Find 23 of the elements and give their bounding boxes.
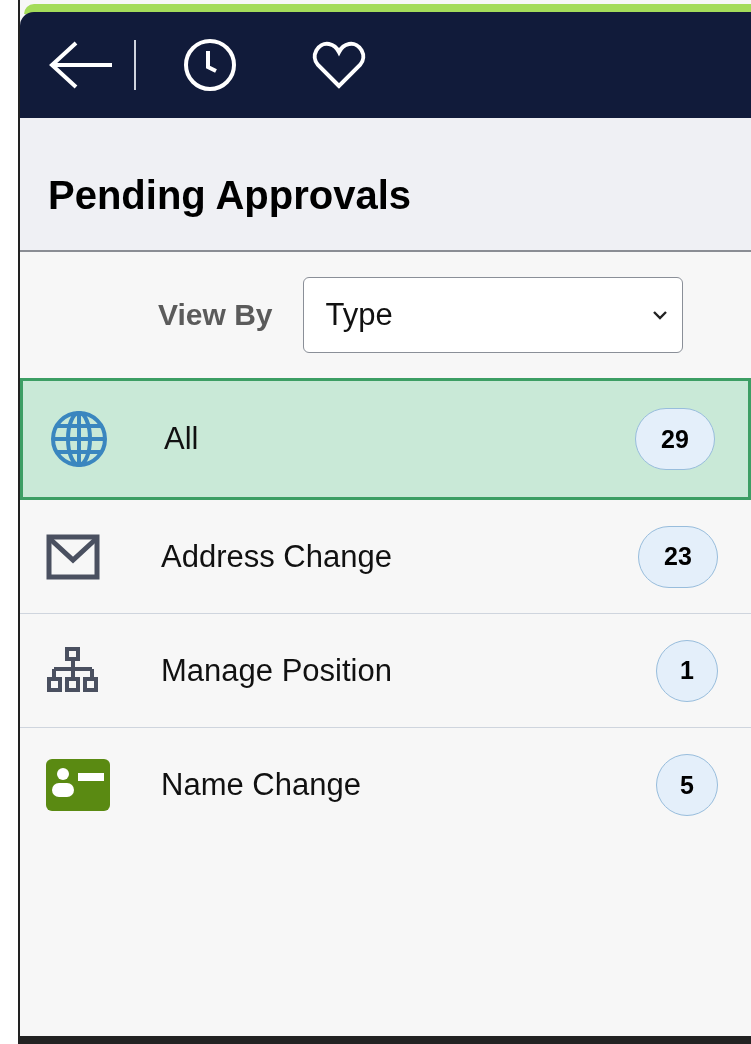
- view-by-dropdown[interactable]: Type: [302, 277, 683, 353]
- id-card-icon: [46, 759, 110, 811]
- item-label: Name Change: [161, 767, 362, 803]
- favorite-button[interactable]: [312, 40, 366, 90]
- category-item[interactable]: Address Change 23: [20, 500, 751, 614]
- view-by-label: View By: [158, 298, 273, 332]
- chevron-down-icon: [651, 310, 668, 320]
- item-label: Address Change: [161, 538, 393, 575]
- heart-icon: [312, 40, 366, 90]
- envelope-icon: [46, 533, 100, 580]
- page-title: Pending Approvals: [48, 171, 411, 218]
- globe-icon: [49, 409, 109, 469]
- count-badge: 23: [638, 525, 718, 588]
- item-label: Manage Position: [161, 652, 393, 689]
- count-badge: 1: [656, 639, 718, 702]
- category-item[interactable]: Manage Position 1: [20, 614, 751, 728]
- count-badge: 29: [635, 408, 715, 470]
- category-item[interactable]: All 29: [20, 378, 751, 500]
- category-item[interactable]: Name Change 5: [20, 728, 751, 842]
- history-button[interactable]: [182, 37, 238, 93]
- clock-icon: [182, 37, 238, 93]
- item-label: All: [164, 421, 200, 457]
- count-badge: 5: [656, 754, 718, 816]
